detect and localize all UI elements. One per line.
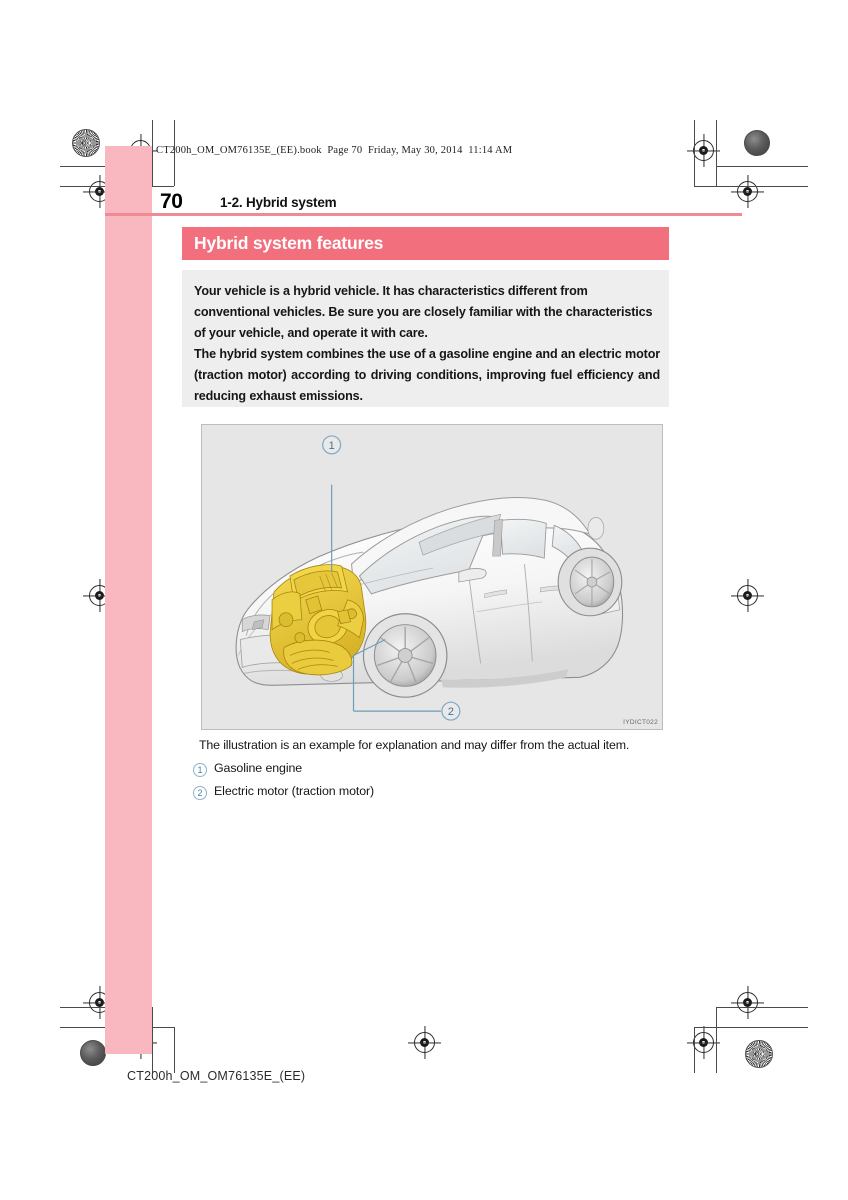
intro-paragraph-1: Your vehicle is a hybrid vehicle. It has… <box>194 284 653 340</box>
section-title-text: Hybrid system features <box>194 233 384 253</box>
chapter-title: 1-2. Hybrid system <box>220 195 337 210</box>
registration-mark-middle-right <box>737 585 758 606</box>
header-rule <box>105 213 742 216</box>
halftone-star-target-top-left <box>72 129 100 157</box>
registration-mark-lower-right <box>737 992 758 1013</box>
crop-rule-bottom-right-h <box>716 1007 808 1008</box>
crop-rule-top-right-v2 <box>694 120 695 186</box>
crop-rule-bottom-right-h2 <box>694 1027 808 1028</box>
registration-mark-bottom-center <box>414 1032 435 1053</box>
crop-rule-top-right-v <box>716 120 717 186</box>
density-dot-target-bottom-left <box>80 1040 106 1066</box>
density-dot-target-top-right <box>744 130 770 156</box>
registration-mark-bottom-right <box>693 1032 714 1053</box>
callout-number-icon: 1 <box>193 763 207 777</box>
registration-mark-upper-right <box>737 181 758 202</box>
svg-text:1: 1 <box>329 440 335 452</box>
vehicle-cutaway-svg: 1 2 <box>235 435 624 721</box>
callout-key-item-1: 1 Gasoline engine <box>193 761 663 784</box>
intro-block: Your vehicle is a hybrid vehicle. It has… <box>182 270 669 407</box>
crop-rule-top-right-h <box>716 166 808 167</box>
footer-document-id: CT200h_OM_OM76135E_(EE) <box>127 1069 306 1083</box>
manual-page: CT200h_OM_OM76135E_(EE).book Page 70 Fri… <box>0 0 848 1200</box>
crop-rule-top-left-v <box>152 120 153 186</box>
page-number: 70 <box>160 190 183 213</box>
svg-text:2: 2 <box>448 706 454 718</box>
callout-key-list: 1 Gasoline engine 2 Electric motor (trac… <box>193 761 663 807</box>
intro-paragraph-2: The hybrid system combines the use of a … <box>194 347 660 403</box>
crop-rule-top-right-h2 <box>694 186 808 187</box>
halftone-star-target-bottom-right <box>745 1040 773 1068</box>
crop-rule-bottom-left-v2 <box>174 1027 175 1073</box>
hybrid-system-illustration: 1 2 IYDICT022 <box>201 424 663 730</box>
print-header-line: CT200h_OM_OM76135E_(EE).book Page 70 Fri… <box>156 145 513 156</box>
callout-label: Gasoline engine <box>214 761 303 775</box>
registration-mark-top-right <box>693 140 714 161</box>
section-edge-tab <box>105 146 152 1054</box>
section-title-band: Hybrid system features <box>182 227 669 260</box>
crop-rule-bottom-right-v <box>716 1007 717 1073</box>
crop-rule-bottom-left-v <box>152 1007 153 1073</box>
figure-image-code: IYDICT022 <box>623 719 658 726</box>
crop-rule-bottom-right-v2 <box>694 1027 695 1073</box>
callout-number-icon: 2 <box>193 786 207 800</box>
callout-key-item-2: 2 Electric motor (traction motor) <box>193 784 663 807</box>
callout-label: Electric motor (traction motor) <box>214 784 375 798</box>
figure-caption: The illustration is an example for expla… <box>199 738 630 752</box>
